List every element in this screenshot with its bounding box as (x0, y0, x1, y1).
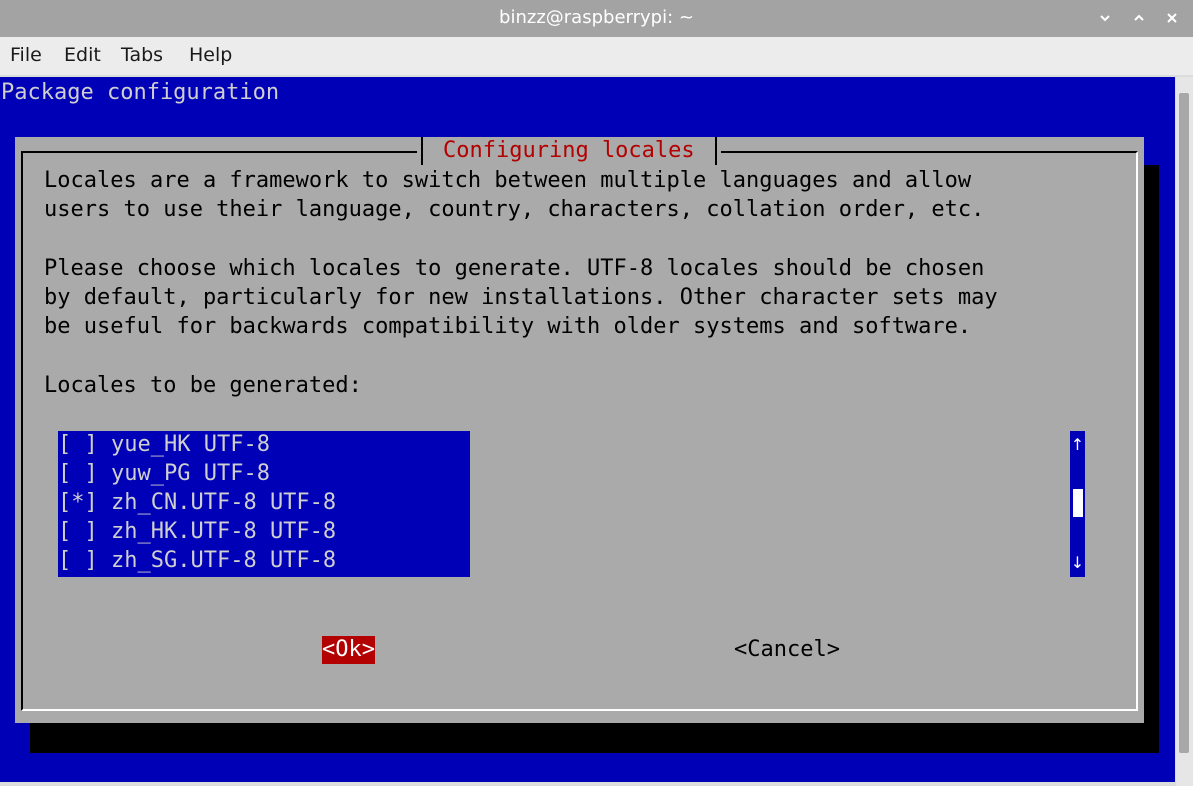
chevron-up-icon (1134, 14, 1144, 21)
maximize-button[interactable] (1127, 6, 1151, 30)
ok-button[interactable]: <Ok> (322, 636, 375, 664)
list-item[interactable]: [ ] yue_HK UTF-8 (58, 430, 270, 459)
dialog-title-wrap: Configuring locales (417, 137, 721, 165)
list-item[interactable]: [ ] yuw_PG UTF-8 (58, 459, 270, 488)
list-scrollbar-thumb[interactable] (1073, 489, 1083, 517)
checkbox[interactable]: [*] (58, 490, 98, 515)
dialog-title: Configuring locales (421, 137, 717, 165)
description-line: users to use their language, country, ch… (44, 197, 985, 222)
window-titlebar[interactable]: binzz@raspberrypi: ~ (0, 0, 1193, 37)
locale-label: zh_CN.UTF-8 UTF-8 (111, 490, 337, 515)
locale-label: zh_SG.UTF-8 UTF-8 (111, 548, 337, 573)
list-label: Locales to be generated: (44, 373, 362, 398)
locale-label: zh_HK.UTF-8 UTF-8 (111, 519, 337, 544)
menu-help[interactable]: Help (189, 44, 232, 66)
terminal-scrollbar[interactable] (1176, 77, 1193, 786)
description-line: Please choose which locales to generate.… (44, 256, 985, 281)
close-button[interactable] (1160, 6, 1184, 30)
arrow-down-icon[interactable]: ↓ (1070, 553, 1085, 572)
chevron-down-icon (1100, 15, 1110, 22)
arrow-up-icon[interactable]: ↑ (1070, 435, 1085, 454)
checkbox[interactable]: [ ] (58, 548, 98, 573)
terminal-scrollbar-thumb[interactable] (1179, 93, 1189, 753)
description-line: be useful for backwards compatibility wi… (44, 314, 972, 339)
list-item[interactable]: [ ] zh_HK.UTF-8 UTF-8 (58, 517, 336, 546)
cancel-button[interactable]: <Cancel> (734, 636, 840, 664)
menubar: File Edit Tabs Help (0, 37, 1193, 75)
window-title: binzz@raspberrypi: ~ (499, 7, 694, 28)
minimize-button[interactable] (1093, 6, 1117, 30)
checkbox[interactable]: [ ] (58, 432, 98, 457)
list-item[interactable]: [ ] zh_SG.UTF-8 UTF-8 (58, 546, 336, 575)
description-line: by default, particularly for new install… (44, 285, 998, 310)
menu-tabs[interactable]: Tabs (121, 44, 163, 66)
locale-label: yuw_PG UTF-8 (111, 461, 270, 486)
checkbox[interactable]: [ ] (58, 461, 98, 486)
list-item[interactable]: [*] zh_CN.UTF-8 UTF-8 (58, 488, 336, 517)
menu-edit[interactable]: Edit (64, 44, 101, 66)
menu-file[interactable]: File (10, 44, 42, 66)
close-icon (1167, 13, 1177, 23)
locale-label: yue_HK UTF-8 (111, 432, 270, 457)
description-line: Locales are a framework to switch betwee… (44, 168, 972, 193)
checkbox[interactable]: [ ] (58, 519, 98, 544)
package-configuration-header: Package configuration (1, 80, 280, 105)
